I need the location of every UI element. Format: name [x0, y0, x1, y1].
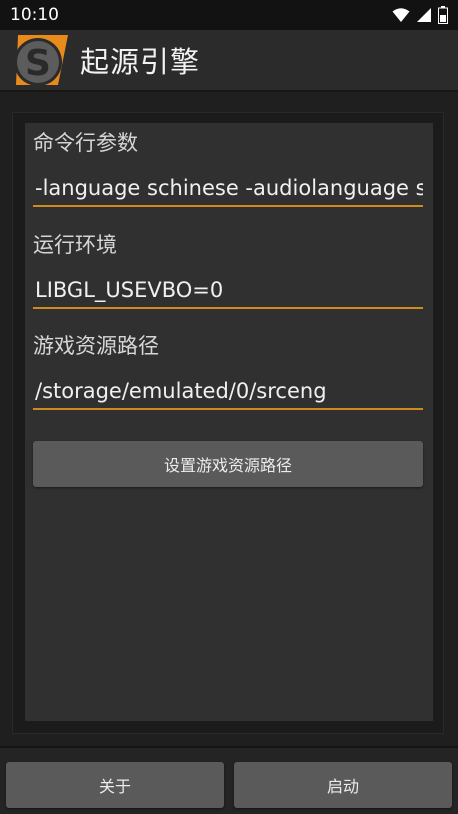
settings-panel-outer: 命令行参数 -language schinese -audiolanguage …	[12, 112, 444, 734]
signal-icon	[417, 8, 431, 22]
settings-panel: 命令行参数 -language schinese -audiolanguage …	[25, 123, 433, 721]
about-button[interactable]: 关于	[6, 762, 224, 808]
bottom-bar: 关于 启动	[0, 746, 458, 814]
command-line-input[interactable]: -language schinese -audiolanguage sc	[33, 171, 423, 207]
environment-label: 运行环境	[33, 233, 117, 257]
battery-icon	[438, 6, 448, 24]
environment-value: LIBGL_USEVBO=0	[35, 278, 224, 302]
status-bar: 10:10	[0, 0, 458, 30]
set-game-path-button[interactable]: 设置游戏资源路径	[33, 441, 423, 487]
game-path-value: /storage/emulated/0/srceng	[35, 379, 327, 403]
source-engine-logo-icon: S	[14, 35, 68, 86]
environment-input[interactable]: LIBGL_USEVBO=0	[33, 273, 423, 309]
status-time: 10:10	[10, 5, 59, 25]
command-line-value: -language schinese -audiolanguage sc	[35, 176, 423, 200]
command-line-label: 命令行参数	[33, 131, 138, 155]
svg-text:S: S	[25, 43, 51, 84]
start-button[interactable]: 启动	[234, 762, 452, 808]
screen: 10:10 S 起源引擎 命令行参数 -language schinese -a…	[0, 0, 458, 814]
action-bar: S 起源引擎	[0, 30, 458, 92]
wifi-icon	[392, 8, 410, 22]
game-path-input[interactable]: /storage/emulated/0/srceng	[33, 374, 423, 410]
status-icons	[392, 6, 448, 24]
app-title: 起源引擎	[80, 45, 201, 79]
game-path-label: 游戏资源路径	[33, 334, 159, 358]
